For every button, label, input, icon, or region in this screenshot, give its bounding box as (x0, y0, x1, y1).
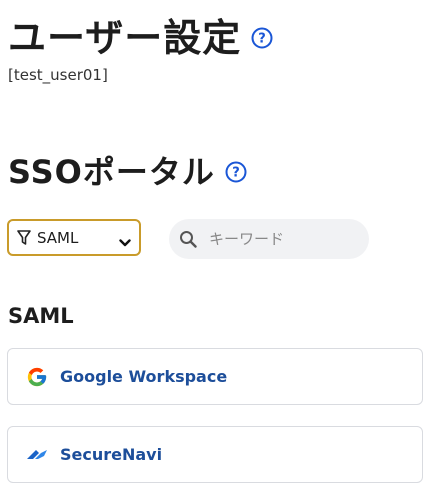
app-name: Google Workspace (60, 367, 228, 386)
svg-text:?: ? (232, 166, 240, 181)
app-card-google-workspace[interactable]: Google Workspace (7, 348, 423, 405)
app-name: SecureNavi (60, 445, 163, 464)
filter-selected-value: SAML (37, 228, 79, 247)
app-group-label: SAML (8, 304, 74, 328)
section-title: SSOポータル (8, 153, 215, 191)
securenavi-logo-icon (26, 444, 48, 466)
help-icon[interactable]: ? (251, 27, 273, 49)
help-icon[interactable]: ? (225, 161, 247, 183)
protocol-filter-select[interactable]: SAML (7, 219, 141, 256)
filter-icon (17, 229, 31, 246)
svg-text:?: ? (258, 32, 266, 47)
chevron-down-icon (119, 233, 131, 246)
user-id-label: [test_user01] (8, 66, 108, 84)
search-box[interactable] (169, 219, 369, 259)
page-title: ユーザー設定 (8, 16, 242, 60)
sso-section-header: SSOポータル ? (8, 150, 247, 194)
google-logo-icon (26, 366, 48, 388)
search-input[interactable] (207, 229, 351, 249)
page-header: ユーザー設定 ? (8, 14, 273, 62)
app-card-securenavi[interactable]: SecureNavi (7, 426, 423, 483)
search-icon (179, 230, 197, 248)
